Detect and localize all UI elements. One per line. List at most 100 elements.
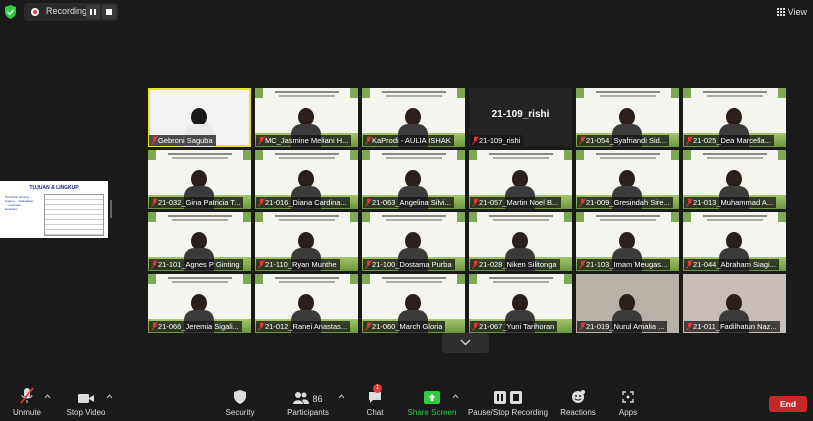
participant-video-tile[interactable]: 21-025_Dea Marcella... [683,88,786,147]
participant-video-tile[interactable]: Gebroni Saguba [148,88,251,147]
security-label: Security [225,408,255,417]
participant-video-tile[interactable]: 21-016_Diana Cardina... [255,150,358,209]
chat-button[interactable]: 1 Chat [362,384,388,417]
slide-header-text [489,153,553,155]
slide-header-text [596,215,660,217]
muted-mic-icon [686,136,693,145]
participant-video-tile[interactable]: 21-100_Dostama Purba [362,212,465,271]
muted-mic-icon [365,260,372,269]
muted-mic-icon [472,322,479,331]
participant-video-tile[interactable]: 21-067_Yuni Tarihoran [469,274,572,333]
participant-video-tile[interactable]: 21-044_Abraham Siagi... [683,212,786,271]
participant-name: 21-019_Nurul Amalia ... [586,322,665,331]
participant-video-tile[interactable]: 21-009_Gresindah Sire... [576,150,679,209]
participant-name: 21-101_Agnes P Ginting [158,260,240,269]
participant-name: 21-066_Jeremia Sigali... [158,322,239,331]
end-meeting-button[interactable]: End [769,396,807,412]
participant-video-tile[interactable]: 21-060_March Gloria [362,274,465,333]
meeting-toolbar: Unmute Stop Video Security 86 Participan… [0,383,813,421]
participant-name-label: 21-110_Ryan Munthe [256,259,340,270]
participant-video-tile[interactable]: 21-109_rishi 21-109_rishi [469,88,572,147]
slide-header-text [382,91,446,93]
participant-name-label: 21-066_Jeremia Sigali... [149,321,242,332]
slide-header-text [275,277,339,279]
reactions-button[interactable]: Reactions [560,387,596,417]
participant-video-tile[interactable]: KaProdi - AULIA ISHAK [362,88,465,147]
participant-video-tile[interactable]: 21-057_Martin Noel B... [469,150,572,209]
slide-header-subtext [279,157,335,159]
slide-header-subtext [172,157,228,159]
participant-video-tile[interactable]: 21-013_Muhammad A... [683,150,786,209]
audio-options-caret-icon[interactable] [44,393,51,399]
participant-name-label: 21-067_Yuni Tarihoran [470,321,558,332]
slide-header-subtext [386,219,442,221]
participant-video-tile[interactable]: 21-110_Ryan Munthe [255,212,358,271]
participant-name: 21-011_Fadilhatun Naz... [693,322,777,331]
apps-icon [622,391,634,403]
view-button[interactable]: View [776,4,807,20]
slide-header-text [382,153,446,155]
participant-video-tile[interactable]: 21-019_Nurul Amalia ... [576,274,679,333]
security-shield-icon [234,390,246,404]
chevron-down-icon [460,339,471,346]
muted-mic-icon [365,322,372,331]
participant-name: 21-016_Diana Cardina... [265,198,347,207]
pause-stop-icon [494,391,522,404]
stop-recording-button[interactable] [102,5,116,19]
shared-screen-thumbnail[interactable]: TUJUAN & LINGKUP Penelitian tentang ... … [0,181,108,238]
participant-name: 21-103_Imam Meugas... [586,260,668,269]
participant-name-label: 21-019_Nurul Amalia ... [577,321,668,332]
muted-mic-icon [151,322,158,331]
participant-video-tile[interactable]: 21-103_Imam Meugas... [576,212,679,271]
participant-video-tile[interactable]: 21-063_Angelina Silvi... [362,150,465,209]
slide-header-subtext [493,157,549,159]
participant-video-tile[interactable]: 21-054_Syafriandi Sid... [576,88,679,147]
participant-video-tile[interactable]: 21-101_Agnes P Ginting [148,212,251,271]
pause-stop-recording-button[interactable]: Pause/Stop Recording [467,387,549,417]
participant-video-tile[interactable]: MC_Jasmine Meliani H... [255,88,358,147]
participant-name: 21-110_Ryan Munthe [265,260,337,269]
participant-center-name: 21-109_rishi [491,109,550,120]
show-more-participants-button[interactable] [442,333,489,353]
participant-name: 21-060_March Gloria [372,322,443,331]
recording-dot-icon [31,8,39,16]
share-screen-button[interactable]: Share Screen [406,387,458,417]
participant-video-tile[interactable]: 21-032_Gina Patricia T... [148,150,251,209]
participant-video-tile[interactable]: 21-028_Niken Silitonga [469,212,572,271]
pause-recording-button[interactable] [86,5,100,19]
video-options-caret-icon[interactable] [106,393,113,399]
participants-options-caret-icon[interactable] [338,393,345,399]
security-button[interactable]: Security [222,387,258,417]
slide-header-subtext [707,157,763,159]
participant-video-tile[interactable]: 21-011_Fadilhatun Naz... [683,274,786,333]
participant-video-tile[interactable]: 21-012_Ranei Anastas... [255,274,358,333]
participants-button[interactable]: 86 Participants [284,387,332,417]
slide-header-subtext [707,219,763,221]
slide-header-subtext [279,281,335,283]
share-options-caret-icon[interactable] [452,393,459,399]
participant-name: Gebroni Saguba [158,136,213,145]
participant-video-tile[interactable]: 21-066_Jeremia Sigali... [148,274,251,333]
stop-icon [106,9,112,15]
shared-slide-title: TUJUAN & LINGKUP [29,185,79,191]
apps-button[interactable]: Apps [614,387,642,417]
participant-name-label: 21-011_Fadilhatun Naz... [684,321,780,332]
recording-indicator: Recording... [24,3,118,21]
grid-view-icon [776,8,785,16]
slide-header-subtext [600,157,656,159]
panel-splitter-handle[interactable] [110,200,112,218]
stop-video-button[interactable]: Stop Video [62,387,110,417]
participants-count: 86 [312,394,323,404]
participant-name-label: MC_Jasmine Meliani H... [256,135,352,146]
unmute-button[interactable]: Unmute [10,387,44,417]
muted-mic-icon [686,322,693,331]
slide-header-text [703,215,767,217]
shield-check-icon[interactable] [4,5,17,19]
participant-name-label: 21-109_rishi [470,135,524,146]
muted-mic-icon [151,260,158,269]
slide-header-subtext [172,219,228,221]
participant-name: 21-063_Angelina Silvi... [372,198,451,207]
participant-name-label: 21-028_Niken Silitonga [470,259,560,270]
participant-name-label: 21-100_Dostama Purba [363,259,455,270]
muted-mic-icon [472,260,479,269]
